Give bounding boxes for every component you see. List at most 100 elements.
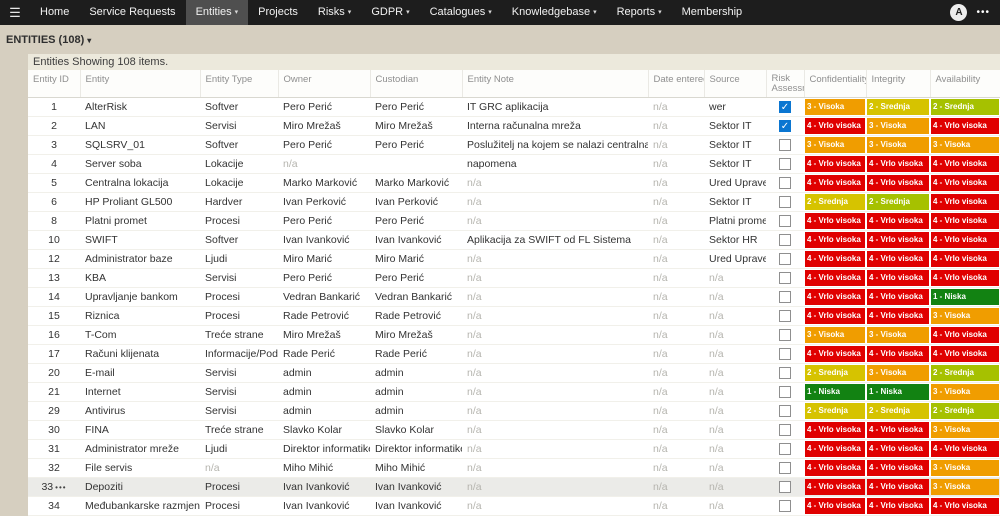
cell-entity: Server soba <box>80 154 200 174</box>
cell-risk-assessment <box>766 306 804 326</box>
table-row[interactable]: 4 Server soba Lokacije n/a napomena n/a Sektor… <box>28 154 1000 174</box>
risk-assessment-checkbox[interactable] <box>779 500 791 512</box>
availability-badge: 2 - Srednja <box>931 99 999 115</box>
risk-assessment-checkbox[interactable]: ✓ <box>779 120 791 132</box>
table-row[interactable]: 30 FINA Treće strane Slavko Kolar Slavko Kol… <box>28 420 1000 440</box>
availability-badge: 2 - Srednja <box>931 365 999 381</box>
hamburger-menu-icon[interactable]: ☰ <box>0 0 30 25</box>
table-row[interactable]: 31 Administrator mreže Ljudi Direktor infor… <box>28 439 1000 459</box>
nav-item-home[interactable]: Home <box>30 0 79 25</box>
cell-id: 12 <box>28 249 80 269</box>
table-row[interactable]: 29 Antivirus Servisi admin admin n/a n/a n/a 2 -… <box>28 401 1000 421</box>
collection-dropdown[interactable]: ENTITIES (108) ▾ <box>6 34 91 46</box>
risk-assessment-checkbox[interactable] <box>779 177 791 189</box>
availability-badge: 3 - Visoka <box>931 137 999 153</box>
column-header-custodian[interactable]: Custodian <box>370 70 463 98</box>
table-row[interactable]: 16 T-Com Treće strane Miro Mrežaš Miro Mreža… <box>28 325 1000 345</box>
table-row[interactable]: 2 LAN Servisi Miro Mrežaš Miro Mrežaš Interna… <box>28 116 1000 136</box>
column-header-integrity[interactable]: Integrity <box>866 70 931 98</box>
table-row[interactable]: 34 Međubankarske razmjene Procesi Ivan Ivan… <box>28 496 1000 516</box>
risk-assessment-checkbox[interactable] <box>779 462 791 474</box>
table-row[interactable]: 1 AlterRisk Softver Pero Perić Pero Perić IT … <box>28 97 1000 117</box>
risk-assessment-checkbox[interactable] <box>779 291 791 303</box>
confidentiality-badge: 4 - Vrlo visoka <box>805 460 865 476</box>
cell-source: Platni promet <box>704 211 766 231</box>
table-row[interactable]: 6 HP Proliant GL500 Hardver Ivan Perković Iv… <box>28 192 1000 212</box>
column-header-entity-note[interactable]: Entity Note <box>462 70 649 98</box>
risk-assessment-checkbox[interactable] <box>779 196 791 208</box>
table-row[interactable]: 13 KBA Servisi Pero Perić Pero Perić n/a n/a n/… <box>28 268 1000 288</box>
risk-assessment-checkbox[interactable]: ✓ <box>779 101 791 113</box>
table-row[interactable]: 14 Upravljanje bankom Procesi Vedran Bankar… <box>28 287 1000 307</box>
cell-confidentiality: 4 - Vrlo visoka <box>804 173 866 193</box>
cell-availability: 3 - Visoka <box>930 306 1000 326</box>
risk-assessment-checkbox[interactable] <box>779 215 791 227</box>
risk-assessment-checkbox[interactable] <box>779 424 791 436</box>
row-actions-icon[interactable]: ••• <box>55 483 66 492</box>
column-header-source[interactable]: Source <box>704 70 767 98</box>
cell-note: Interna računalna mreža <box>462 116 648 136</box>
cell-risk-assessment <box>766 230 804 250</box>
column-header-owner[interactable]: Owner <box>278 70 371 98</box>
column-header-availability[interactable]: Availability <box>930 70 1000 98</box>
nav-item-risks[interactable]: Risks ▾ <box>308 0 361 25</box>
risk-assessment-checkbox[interactable] <box>779 481 791 493</box>
table-row[interactable]: 20 E-mail Servisi admin admin n/a n/a n/a 2 - Sr… <box>28 363 1000 383</box>
nav-item-reports[interactable]: Reports ▾ <box>607 0 672 25</box>
cell-integrity: 1 - Niska <box>866 382 930 402</box>
risk-assessment-checkbox[interactable] <box>779 253 791 265</box>
risk-assessment-checkbox[interactable] <box>779 386 791 398</box>
risk-assessment-checkbox[interactable] <box>779 234 791 246</box>
column-header-entity[interactable]: Entity <box>80 70 201 98</box>
risk-assessment-checkbox[interactable] <box>779 139 791 151</box>
nav-item-entities[interactable]: Entities ▾ <box>185 0 249 25</box>
cell-availability: 3 - Visoka <box>930 477 1000 497</box>
nav-item-projects[interactable]: Projects <box>248 0 308 25</box>
cell-entity: Međubankarske razmjene <box>80 496 200 516</box>
cell-source: Sektor IT <box>704 192 766 212</box>
nav-item-knowledgebase[interactable]: Knowledgebase ▾ <box>502 0 607 25</box>
risk-assessment-checkbox[interactable] <box>779 367 791 379</box>
cell-integrity: 4 - Vrlo visoka <box>866 306 930 326</box>
column-header-date-entered[interactable]: Date entered <box>648 70 705 98</box>
cell-source: n/a <box>704 363 766 383</box>
column-header-entity-type[interactable]: Entity Type <box>200 70 279 98</box>
nav-item-gdpr[interactable]: GDPR ▾ <box>361 0 419 25</box>
overflow-menu-icon[interactable]: ••• <box>976 7 990 18</box>
cell-integrity: 4 - Vrlo visoka <box>866 154 930 174</box>
nav-item-service-requests[interactable]: Service Requests <box>79 0 185 25</box>
table-row[interactable]: 15 Riznica Procesi Rade Petrović Rade Petrov… <box>28 306 1000 326</box>
cell-type: Lokacije <box>200 154 278 174</box>
table-row[interactable]: 8 Platni promet Procesi Pero Perić Pero Peri… <box>28 211 1000 231</box>
availability-badge: 1 - Niska <box>931 289 999 305</box>
cell-date: n/a <box>648 306 704 326</box>
cell-risk-assessment <box>766 268 804 288</box>
cell-custodian <box>370 154 462 174</box>
nav-item-catalogues[interactable]: Catalogues ▾ <box>420 0 502 25</box>
table-row[interactable]: 17Računi klijenataInformacije/PodaciRade… <box>28 344 1000 364</box>
cell-type: Procesi <box>200 306 278 326</box>
table-row[interactable]: 33 ••• Depoziti Procesi Ivan Ivanković Ivan I… <box>28 477 1000 497</box>
table-row[interactable]: 12 Administrator baze Ljudi Miro Marić Miro … <box>28 249 1000 269</box>
nav-item-membership[interactable]: Membership <box>672 0 753 25</box>
risk-assessment-checkbox[interactable] <box>779 310 791 322</box>
cell-note: n/a <box>462 306 648 326</box>
risk-assessment-checkbox[interactable] <box>779 158 791 170</box>
cell-availability: 3 - Visoka <box>930 135 1000 155</box>
risk-assessment-checkbox[interactable] <box>779 272 791 284</box>
risk-assessment-checkbox[interactable] <box>779 443 791 455</box>
table-row[interactable]: 10 SWIFT Softver Ivan Ivanković Ivan Ivankov… <box>28 230 1000 250</box>
column-header-risk-assessm[interactable]: Risk Assessm <box>766 70 805 98</box>
cell-entity: SWIFT <box>80 230 200 250</box>
column-header-confidentiality[interactable]: Confidentiality <box>804 70 867 98</box>
table-row[interactable]: 3 SQLSRV_01 Softver Pero Perić Pero Perić Pos… <box>28 135 1000 155</box>
table-row[interactable]: 21 Internet Servisi admin admin n/a n/a n/a 1 - … <box>28 382 1000 402</box>
user-avatar[interactable]: A <box>950 4 968 21</box>
risk-assessment-checkbox[interactable] <box>779 405 791 417</box>
risk-assessment-checkbox[interactable] <box>779 348 791 360</box>
table-row[interactable]: 5 Centralna lokacija Lokacije Marko Markovi… <box>28 173 1000 193</box>
column-header-entity-id[interactable]: Entity ID <box>28 70 81 98</box>
integrity-badge: 1 - Niska <box>867 384 929 400</box>
table-row[interactable]: 32 File servis n/a Miho Mihić Miho Mihić n/a n… <box>28 458 1000 478</box>
risk-assessment-checkbox[interactable] <box>779 329 791 341</box>
